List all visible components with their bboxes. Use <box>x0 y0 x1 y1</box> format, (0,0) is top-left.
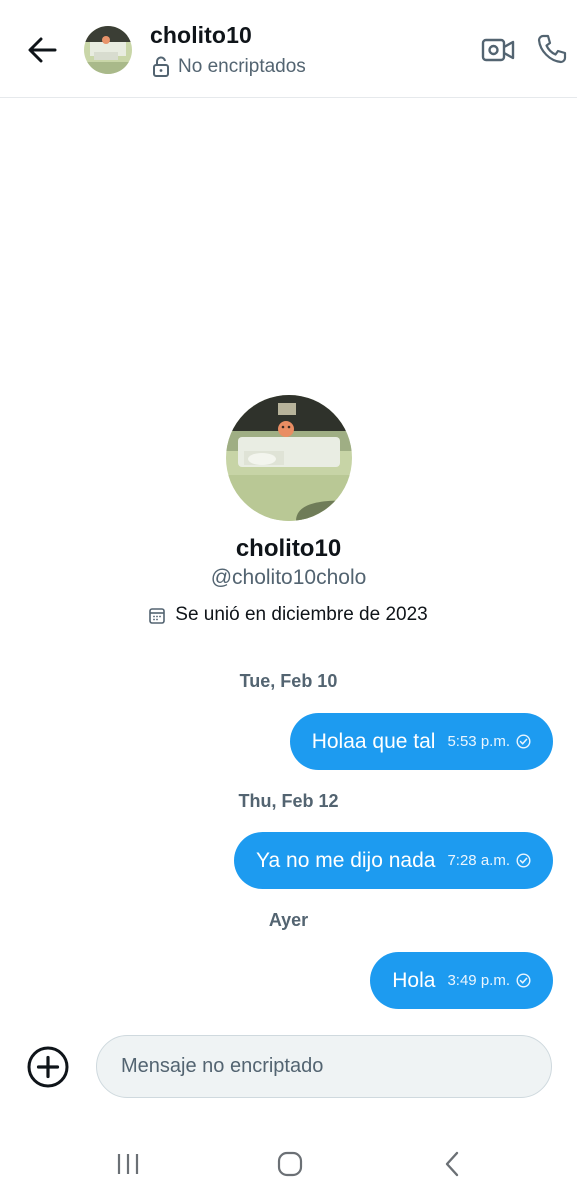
conversation-header: cholito10 No encriptados <box>0 0 577 98</box>
recent-apps-button[interactable] <box>104 1148 152 1180</box>
message-bubble[interactable]: Holaa que tal 5:53 p.m. <box>289 713 553 770</box>
message-bubble[interactable]: Hola 3:49 p.m. <box>370 952 553 1009</box>
message-bubble[interactable]: Ya no me dijo nada 7:28 a.m. <box>234 832 553 889</box>
profile-handle[interactable]: @cholito10cholo <box>0 566 577 590</box>
phone-icon <box>537 34 567 64</box>
encryption-status: No encriptados <box>152 56 306 78</box>
join-date: Se unió en diciembre de 2023 <box>0 604 577 626</box>
message-text: Ya no me dijo nada <box>256 848 436 872</box>
message-input-placeholder: Mensaje no encriptado <box>121 1055 324 1077</box>
message-meta: 3:49 p.m. <box>447 972 531 989</box>
conversation-title[interactable]: cholito10 <box>150 22 252 49</box>
avatar-photo <box>84 26 132 74</box>
message-text: Holaa que tal <box>311 729 436 753</box>
message-meta: 7:28 a.m. <box>447 852 531 869</box>
system-back-button[interactable] <box>428 1148 476 1180</box>
message-time: 5:53 p.m. <box>447 733 510 750</box>
system-navigation-bar <box>0 1128 577 1200</box>
chevron-left-icon <box>445 1151 459 1177</box>
encryption-status-text: No encriptados <box>178 56 306 77</box>
profile-name[interactable]: cholito10 <box>0 535 577 563</box>
message-time: 7:28 a.m. <box>447 852 510 869</box>
message-input[interactable]: Mensaje no encriptado <box>96 1035 552 1098</box>
check-circle-icon <box>516 853 531 868</box>
message-meta: 5:53 p.m. <box>447 733 531 750</box>
recent-apps-icon <box>117 1154 139 1174</box>
avatar[interactable] <box>84 26 132 74</box>
add-attachment-button[interactable] <box>26 1045 70 1089</box>
video-camera-icon <box>481 38 515 62</box>
home-button[interactable] <box>266 1148 314 1180</box>
home-icon <box>277 1151 303 1177</box>
back-button[interactable] <box>22 30 62 70</box>
unlocked-padlock-icon <box>153 56 169 77</box>
check-circle-icon <box>516 734 531 749</box>
date-separator: Thu, Feb 12 <box>238 791 339 811</box>
message-time: 3:49 p.m. <box>447 972 510 989</box>
date-separator: Tue, Feb 10 <box>239 671 338 691</box>
video-call-button[interactable] <box>480 32 516 68</box>
plus-circle-icon <box>27 1046 69 1088</box>
voice-call-button[interactable] <box>534 31 570 67</box>
message-text: Hola <box>392 968 436 992</box>
profile-photo <box>226 395 352 521</box>
join-date-text: Se unió en diciembre de 2023 <box>175 604 428 625</box>
calendar-icon <box>149 607 166 624</box>
date-separator: Ayer <box>268 910 309 930</box>
arrow-left-icon <box>28 37 57 63</box>
check-circle-icon <box>516 973 531 988</box>
profile-avatar[interactable] <box>226 395 352 521</box>
